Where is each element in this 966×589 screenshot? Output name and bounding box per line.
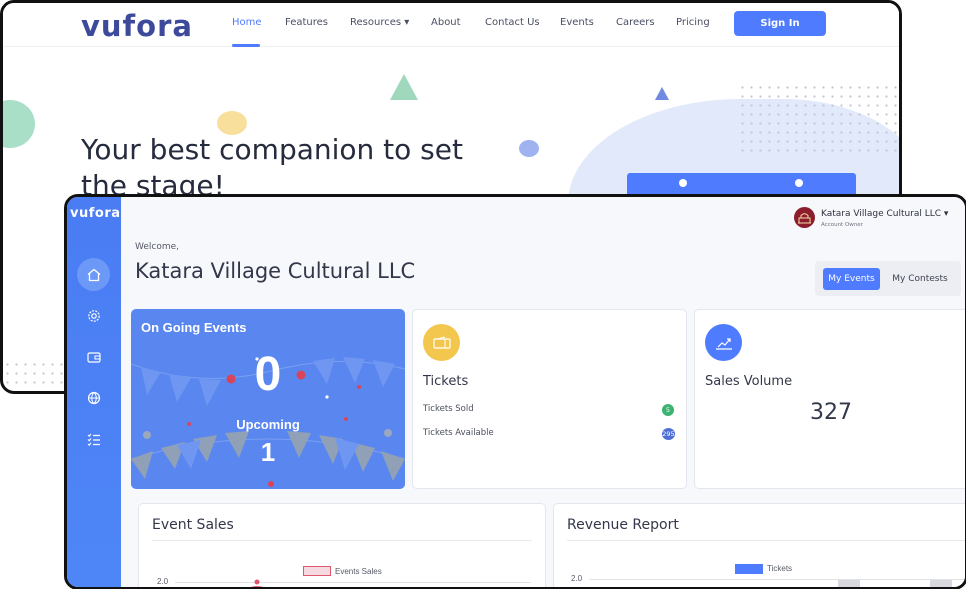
home-icon <box>87 268 100 281</box>
tab-my-events[interactable]: My Events <box>823 268 880 290</box>
dashboard-window: vufora Katara Village Cultural LLC ▾ Acc… <box>64 194 966 589</box>
revenue-y-tick: 2.0 <box>571 574 583 583</box>
sidebar-logo[interactable]: vufora <box>70 206 121 221</box>
event-sales-line <box>251 579 263 587</box>
event-sales-title: Event Sales <box>152 517 234 533</box>
panel-divider <box>567 540 965 541</box>
nav-home[interactable]: Home <box>232 17 285 28</box>
account-role: Account Owner <box>821 222 863 228</box>
sidebar-item-home[interactable] <box>77 258 110 291</box>
nav-events[interactable]: Events <box>560 17 616 28</box>
page-title: Katara Village Cultural LLC <box>135 259 416 283</box>
sidebar-item-globe[interactable] <box>77 381 110 414</box>
sidebar-item-checklist[interactable] <box>77 422 110 455</box>
revenue-report-panel: Revenue Report Tickets 2.0 <box>553 503 965 587</box>
ongoing-events-card[interactable]: On Going Events 0 Upcoming 1 <box>131 309 405 489</box>
site-nav-links: Home Features Resources ▾ About Contact … <box>232 17 726 28</box>
decor-dot-grid-left <box>3 360 67 390</box>
sidebar-item-settings[interactable] <box>77 299 110 332</box>
dashboard-main: Katara Village Cultural LLC ▾ Account Ow… <box>121 197 965 587</box>
globe-icon <box>87 391 100 404</box>
tickets-sold-label: Tickets Sold <box>423 404 474 414</box>
tickets-card[interactable]: Tickets Tickets Sold 5 Tickets Available… <box>412 309 687 489</box>
checklist-icon <box>87 433 100 446</box>
ticket-icon <box>432 336 451 349</box>
site-header: vufora Home Features Resources ▾ About C… <box>3 3 899 47</box>
revenue-gridline <box>589 579 965 580</box>
revenue-column-shade <box>838 580 860 587</box>
decor-dot-grid <box>738 83 899 153</box>
tickets-available-badge: 295 <box>662 428 675 440</box>
organization-logo-icon <box>798 213 811 224</box>
decor-blue-triangle <box>655 87 669 100</box>
account-name: Katara Village Cultural LLC ▾ <box>821 209 949 219</box>
nav-careers[interactable]: Careers <box>616 17 676 28</box>
decor-blue-circle <box>519 140 539 157</box>
nav-resources[interactable]: Resources ▾ <box>350 17 431 28</box>
panel-divider <box>152 540 532 541</box>
tickets-available-label: Tickets Available <box>423 428 494 438</box>
event-sales-legend-swatch[interactable] <box>303 566 331 576</box>
wallet-icon <box>86 351 101 363</box>
sales-chart-icon <box>715 337 732 350</box>
account-menu[interactable]: Katara Village Cultural LLC ▾ Account Ow… <box>794 207 965 231</box>
decor-green-triangle <box>390 74 418 100</box>
hero-preview-dot <box>795 179 803 187</box>
sales-volume-title: Sales Volume <box>705 374 793 389</box>
nav-pricing[interactable]: Pricing <box>676 17 726 28</box>
upcoming-label: Upcoming <box>236 417 300 432</box>
upcoming-count: 1 <box>260 437 276 467</box>
revenue-legend-swatch[interactable] <box>735 564 763 574</box>
sidebar: vufora <box>67 197 121 587</box>
sales-volume-card[interactable]: Sales Volume 327 <box>694 309 965 489</box>
revenue-column-shade <box>930 580 952 587</box>
sales-volume-value: 327 <box>810 400 852 425</box>
tab-my-contests[interactable]: My Contests <box>885 268 955 290</box>
sidebar-item-wallet[interactable] <box>77 340 110 373</box>
nav-about[interactable]: About <box>431 17 485 28</box>
event-sales-panel: Event Sales Events Sales 2.0 <box>138 503 546 587</box>
sign-in-button[interactable]: Sign In <box>734 11 826 36</box>
event-sales-legend-label: Events Sales <box>335 567 382 576</box>
decor-green-circle <box>3 100 35 148</box>
nav-contact[interactable]: Contact Us <box>485 17 560 28</box>
ongoing-events-title: On Going Events <box>141 320 247 335</box>
screenshot-stage: vufora Home Features Resources ▾ About C… <box>0 0 966 589</box>
settings-icon <box>87 309 100 322</box>
tickets-title: Tickets <box>423 374 469 389</box>
revenue-legend-label: Tickets <box>767 564 793 573</box>
site-logo[interactable]: vufora <box>81 9 193 43</box>
ticket-icon-badge <box>423 324 460 361</box>
nav-active-indicator <box>232 44 260 47</box>
welcome-text: Welcome, <box>135 242 180 252</box>
nav-features[interactable]: Features <box>285 17 350 28</box>
ongoing-events-count: 0 <box>254 348 282 401</box>
sales-icon-badge <box>705 324 742 361</box>
tickets-sold-badge: 5 <box>662 404 674 416</box>
account-avatar <box>794 207 815 228</box>
revenue-report-title: Revenue Report <box>567 517 679 533</box>
hero-preview-dot <box>679 179 687 187</box>
event-sales-y-tick: 2.0 <box>157 577 169 586</box>
view-toggle: My Events My Contests <box>815 261 961 296</box>
event-sales-gridline <box>175 582 531 583</box>
